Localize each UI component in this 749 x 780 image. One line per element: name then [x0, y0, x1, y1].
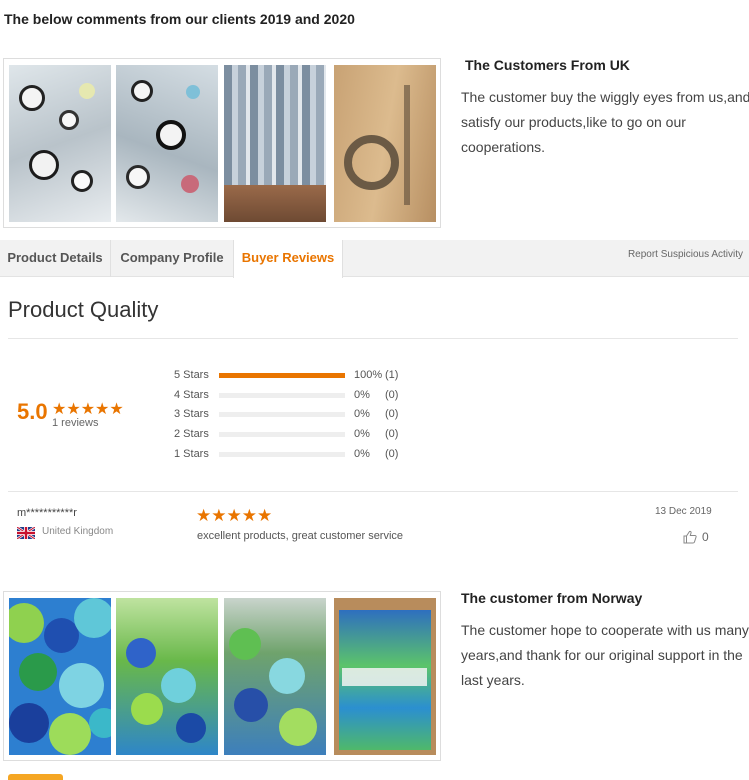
- tab-buyer-reviews[interactable]: Buyer Reviews: [233, 240, 343, 278]
- tab-company-profile[interactable]: Company Profile: [111, 240, 233, 277]
- rating-count: (0): [385, 408, 399, 420]
- divider: [8, 338, 738, 339]
- review-stars: ★★★★★: [196, 506, 273, 525]
- rating-bar: [219, 432, 345, 437]
- norway-customer-title: The customer from Norway: [461, 590, 643, 606]
- rating-label: 5 Stars: [174, 369, 209, 381]
- rating-bar: [219, 412, 345, 417]
- rating-bar: [219, 373, 345, 378]
- uk-photo-1[interactable]: [9, 65, 111, 222]
- rating-count: (0): [385, 448, 399, 460]
- divider: [8, 491, 738, 492]
- reviewer-name: m***********r: [17, 507, 77, 519]
- norway-photo-4[interactable]: [334, 598, 436, 755]
- rating-label: 1 Stars: [174, 448, 209, 460]
- rating-count: (0): [385, 389, 399, 401]
- review-text: excellent products, great customer servi…: [197, 530, 404, 542]
- uk-flag-icon: [17, 527, 35, 539]
- norway-photo-strip: [3, 591, 441, 761]
- norway-photo-1[interactable]: [9, 598, 111, 755]
- bottom-edge: [0, 772, 749, 780]
- reviews-count: 1 reviews: [52, 417, 99, 429]
- rating-count: (0): [385, 428, 399, 440]
- norway-text-line: years,and thank for our original support…: [461, 647, 743, 663]
- average-stars: ★★★★★: [52, 401, 124, 418]
- rating-percent: 0%: [354, 448, 370, 460]
- norway-text-line: last years.: [461, 672, 525, 688]
- product-quality-title: Product Quality: [8, 297, 159, 322]
- rating-bar: [219, 452, 345, 457]
- uk-text-line: satisfy our products,like to go on our: [461, 114, 686, 130]
- product-tabs: Product Details Company Profile Buyer Re…: [0, 240, 749, 278]
- rating-percent: 100%: [354, 369, 383, 381]
- page-heading: The below comments from our clients 2019…: [4, 11, 355, 27]
- thumbs-up-icon[interactable]: [683, 530, 697, 544]
- uk-photo-2[interactable]: [116, 65, 218, 222]
- review-date: 13 Dec 2019: [655, 506, 712, 517]
- rating-label: 3 Stars: [174, 408, 209, 420]
- uk-customer-title: The Customers From UK: [465, 57, 630, 73]
- norway-photo-2[interactable]: [116, 598, 218, 755]
- reviewer-country: United Kingdom: [42, 526, 114, 537]
- rating-percent: 0%: [354, 408, 370, 420]
- like-count: 0: [702, 530, 709, 544]
- rating-bar-fill: [219, 373, 345, 378]
- rating-label: 2 Stars: [174, 428, 209, 440]
- uk-text-line: The customer buy the wiggly eyes from us…: [461, 89, 749, 105]
- uk-photo-strip: [3, 58, 441, 228]
- uk-text-line: cooperations.: [461, 139, 546, 155]
- rating-label: 4 Stars: [174, 389, 209, 401]
- norway-customer-text: The customer hope to cooperate with us m…: [461, 618, 749, 693]
- uk-photo-4[interactable]: [334, 65, 436, 222]
- norway-text-line: The customer hope to cooperate with us m…: [461, 622, 749, 638]
- norway-photo-3[interactable]: [224, 598, 326, 755]
- rating-count: (1): [385, 369, 399, 381]
- rating-percent: 0%: [354, 389, 370, 401]
- report-suspicious-activity-link[interactable]: Report Suspicious Activity: [628, 240, 743, 270]
- uk-photo-3[interactable]: [224, 65, 326, 222]
- average-score: 5.0: [17, 399, 48, 424]
- rating-percent: 0%: [354, 428, 370, 440]
- uk-customer-text: The customer buy the wiggly eyes from us…: [461, 85, 749, 160]
- rating-bar: [219, 393, 345, 398]
- tab-product-details[interactable]: Product Details: [0, 240, 111, 277]
